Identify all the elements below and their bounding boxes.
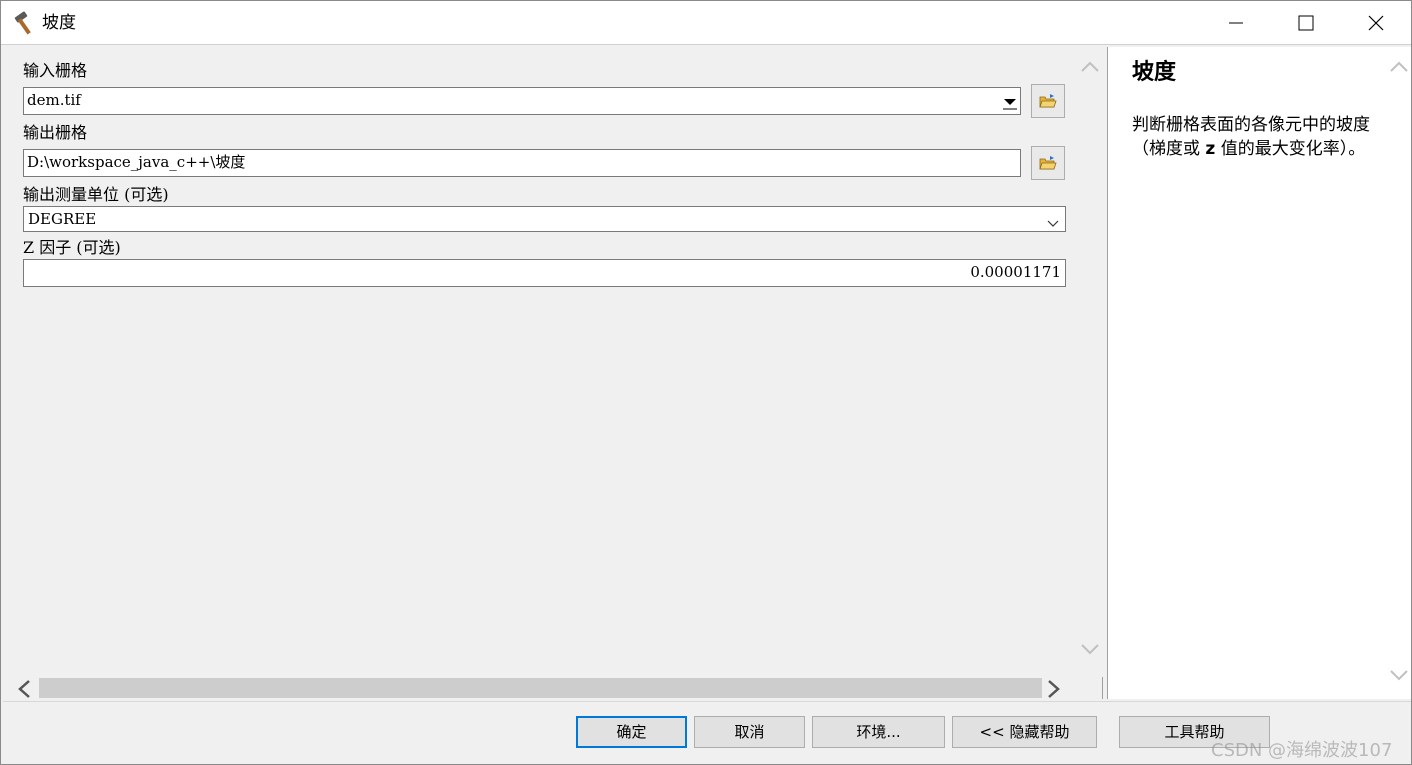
scroll-left-icon[interactable] <box>15 679 33 703</box>
measurement-unit-value: DEGREE <box>28 210 97 228</box>
ok-button[interactable]: 确定 <box>576 716 687 748</box>
close-icon <box>1368 15 1384 31</box>
measurement-unit-select[interactable]: DEGREE <box>23 206 1066 232</box>
minimize-icon <box>1229 22 1243 24</box>
parameters-pane: 输入栅格 dem.tif 输出栅格 D:\workspace_java_c++\… <box>3 47 1103 701</box>
horizontal-scrollbar[interactable] <box>13 675 1077 701</box>
input-raster-browse-button[interactable] <box>1031 84 1065 118</box>
input-raster-combobox[interactable]: dem.tif <box>23 87 1021 115</box>
hammer-icon <box>11 10 37 36</box>
open-folder-icon <box>1039 156 1057 170</box>
horizontal-scroll-thumb[interactable] <box>39 678 1042 698</box>
dropdown-arrow-icon[interactable] <box>1002 90 1018 112</box>
output-raster-value: D:\workspace_java_c++\坡度 <box>27 153 246 171</box>
title-bar: 坡度 <box>1 1 1411 45</box>
help-description: 判断栅格表面的各像元中的坡度（梯度或 z 值的最大变化率）。 <box>1132 113 1380 161</box>
help-title: 坡度 <box>1132 60 1177 85</box>
help-vertical-scrollbar[interactable] <box>1386 47 1412 699</box>
z-factor-value: 0.00001171 <box>970 263 1061 281</box>
chevron-down-icon <box>1047 213 1059 235</box>
measurement-unit-label: 输出测量单位 (可选) <box>23 185 169 204</box>
cancel-button[interactable]: 取消 <box>694 716 805 748</box>
output-raster-field[interactable]: D:\workspace_java_c++\坡度 <box>23 149 1021 177</box>
help-text-end: 值的最大变化率）。 <box>1215 139 1366 159</box>
maximize-button[interactable] <box>1271 1 1341 45</box>
z-factor-label: Z 因子 (可选) <box>23 238 121 257</box>
input-raster-value: dem.tif <box>27 91 81 109</box>
scroll-down-icon[interactable] <box>1389 669 1409 687</box>
input-raster-label: 输入栅格 <box>23 61 88 80</box>
output-raster-browse-button[interactable] <box>1031 146 1065 180</box>
close-button[interactable] <box>1341 1 1411 45</box>
z-factor-field[interactable]: 0.00001171 <box>23 259 1066 287</box>
help-text-z: z <box>1205 139 1216 159</box>
watermark: CSDN @海绵波波107 <box>1211 740 1393 761</box>
scroll-right-icon[interactable] <box>1045 679 1063 703</box>
environments-button[interactable]: 环境... <box>812 716 945 748</box>
tool-dialog-window: 坡度 输入栅格 dem.tif 输出栅格 D:\workspace_java_c… <box>0 0 1412 765</box>
help-pane: 坡度 判断栅格表面的各像元中的坡度（梯度或 z 值的最大变化率）。 <box>1107 47 1411 699</box>
scroll-up-icon[interactable] <box>1080 59 1100 77</box>
hide-help-button[interactable]: << 隐藏帮助 <box>952 716 1097 748</box>
scroll-down-icon[interactable] <box>1080 643 1100 661</box>
dialog-button-bar: 确定 取消 环境... << 隐藏帮助 工具帮助 CSDN @海绵波波107 <box>3 701 1411 764</box>
open-folder-icon <box>1039 94 1057 108</box>
minimize-button[interactable] <box>1201 1 1271 45</box>
window-title: 坡度 <box>42 13 76 33</box>
maximize-icon <box>1298 15 1314 31</box>
vertical-scrollbar[interactable] <box>1077 47 1103 677</box>
scroll-up-icon[interactable] <box>1389 59 1409 77</box>
output-raster-label: 输出栅格 <box>23 123 88 142</box>
